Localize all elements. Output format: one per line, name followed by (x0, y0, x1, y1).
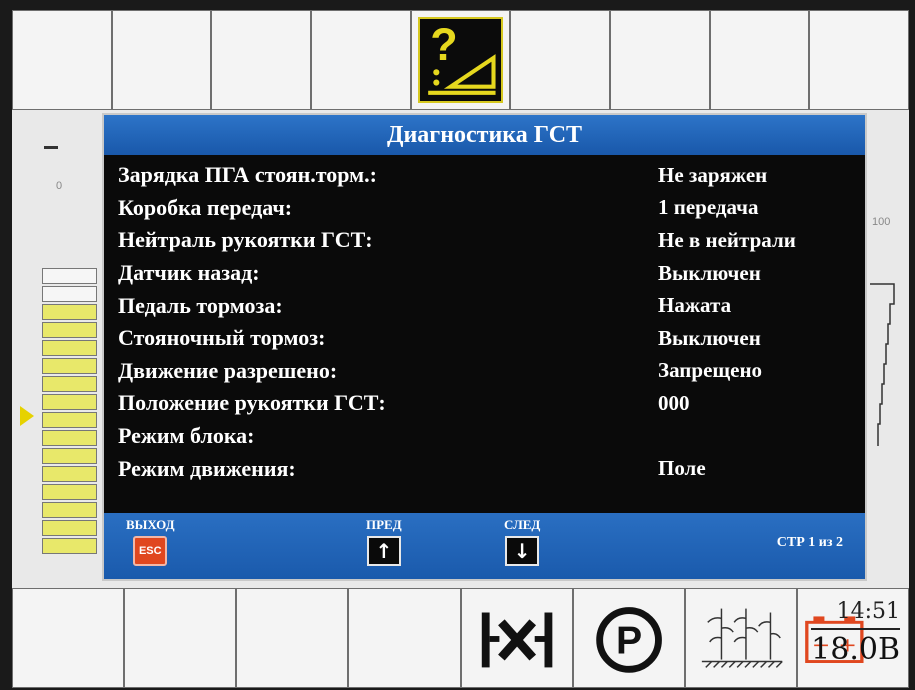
esc-key-icon: ESC (133, 536, 168, 566)
param-label: Педаль тормоза: (118, 292, 283, 318)
top-softkey-help[interactable]: ? (410, 10, 511, 110)
list-item: Датчик назад: Выключен (118, 257, 855, 290)
gauge-cell (42, 322, 97, 338)
crop-field-button[interactable] (684, 588, 797, 688)
list-item: Режим движения: Поле (118, 452, 855, 485)
gauge-cell (42, 340, 97, 356)
param-label: Режим движения: (118, 455, 296, 481)
param-label: Режим блока: (118, 423, 255, 449)
gauge-cell (42, 520, 97, 536)
bottom-softkey-3[interactable] (236, 588, 349, 688)
gauge-pointer-icon (20, 406, 34, 426)
top-softkey-2[interactable] (111, 10, 212, 110)
clock-voltage-readout: 14:51 18.0В (811, 599, 900, 667)
right-gauge-scale-label: 100 (872, 216, 891, 228)
list-item: Стояночный тормоз: Выключен (118, 322, 855, 355)
arrow-down-icon: ↓ (505, 536, 540, 566)
gauge-cell (42, 376, 97, 392)
parking-letter: P (616, 620, 642, 663)
left-gauge-dash (44, 146, 58, 149)
param-value: Поле (658, 456, 706, 481)
gauge-cell (42, 412, 97, 428)
bottom-softkey-row: P − + 14:51 18.0В (12, 588, 909, 688)
parking-brake-icon: P (595, 607, 662, 673)
param-label: Датчик назад: (118, 260, 260, 286)
prev-page-button[interactable]: ПРЕД ↑ (366, 517, 402, 566)
diagnostics-list: Зарядка ПГА стоян.торм.: Не заряжен Коро… (118, 159, 855, 485)
battery-status-button[interactable]: − + 14:51 18.0В (796, 588, 909, 688)
gauge-cell (42, 538, 97, 554)
next-page-button[interactable]: СЛЕД ↓ (504, 517, 540, 566)
exit-button[interactable]: ВЫХОД ESC (126, 517, 175, 566)
list-item: Нейтраль рукоятки ГСТ: Не в нейтрали (118, 224, 855, 257)
param-label: Положение рукоятки ГСТ: (118, 390, 386, 416)
right-stair-gauge (870, 283, 895, 446)
param-value: 1 передача (658, 195, 759, 220)
list-item: Движение разрешено: Запрещено (118, 355, 855, 388)
gauge-cell (42, 430, 97, 446)
bottom-softkey-2[interactable] (124, 588, 237, 688)
exit-label: ВЫХОД (126, 517, 175, 532)
arrow-up-icon: ↑ (366, 536, 401, 566)
parking-brake-button[interactable]: P (572, 588, 685, 688)
top-softkey-3[interactable] (211, 10, 312, 110)
list-item: Коробка передач: 1 передача (118, 192, 855, 225)
gauge-cell (42, 502, 97, 518)
crop-field-icon (701, 608, 783, 668)
gauge-cell (42, 268, 97, 284)
bottom-softkey-4[interactable] (348, 588, 461, 688)
param-label: Зарядка ПГА стоян.торм.: (118, 162, 377, 188)
list-item: Режим блока: (118, 420, 855, 453)
neutral-gear-button[interactable] (460, 588, 573, 688)
top-softkey-7[interactable] (610, 10, 710, 110)
param-value: Выключен (658, 260, 761, 285)
gauge-cell (42, 448, 97, 464)
top-softkey-9[interactable] (809, 10, 910, 110)
param-value: Нажата (658, 293, 732, 318)
param-value: Запрещено (658, 358, 763, 383)
param-value: Не заряжен (658, 162, 768, 187)
param-value: 000 (658, 390, 690, 415)
svg-text:?: ? (430, 19, 457, 70)
prev-label: ПРЕД (366, 517, 402, 532)
gauge-cell (42, 394, 97, 410)
gauge-cell (42, 286, 97, 302)
top-softkey-1[interactable] (12, 10, 112, 110)
left-gauge-scale-label: 0 (56, 180, 63, 192)
neutral-gear-icon (481, 612, 552, 668)
dialog-footer: ВЫХОД ESC ПРЕД ↑ СЛЕД ↓ СТР 1 из 2 (104, 513, 865, 579)
left-bar-gauge (42, 268, 97, 568)
top-softkey-6[interactable] (510, 10, 611, 110)
param-value: Выключен (658, 325, 761, 350)
list-item: Зарядка ПГА стоян.торм.: Не заряжен (118, 159, 855, 192)
gauge-cell (42, 466, 97, 482)
gauge-cell (42, 484, 97, 500)
diagnostics-dialog: Диагностика ГСТ Зарядка ПГА стоян.торм.:… (102, 113, 867, 581)
next-label: СЛЕД (504, 517, 541, 532)
param-label: Коробка передач: (118, 194, 293, 220)
param-label: Движение разрешено: (118, 357, 338, 383)
dialog-title: Диагностика ГСТ (104, 115, 865, 155)
clock-time: 14:51 (836, 599, 900, 624)
page-indicator: СТР 1 из 2 (776, 535, 843, 550)
top-softkey-8[interactable] (709, 10, 810, 110)
param-value: Не в нейтрали (658, 227, 796, 252)
top-softkey-row: ? (12, 10, 910, 110)
list-item: Положение рукоятки ГСТ: 000 (118, 387, 855, 420)
bottom-softkey-1[interactable] (12, 588, 125, 688)
top-softkey-4[interactable] (311, 10, 411, 110)
gauge-cell (42, 304, 97, 320)
param-label: Стояночный тормоз: (118, 325, 326, 351)
battery-voltage: 18.0В (811, 628, 900, 667)
help-slope-icon: ? (417, 17, 504, 103)
param-label: Нейтраль рукоятки ГСТ: (118, 227, 373, 253)
gauge-cell (42, 358, 97, 374)
list-item: Педаль тормоза: Нажата (118, 289, 855, 322)
